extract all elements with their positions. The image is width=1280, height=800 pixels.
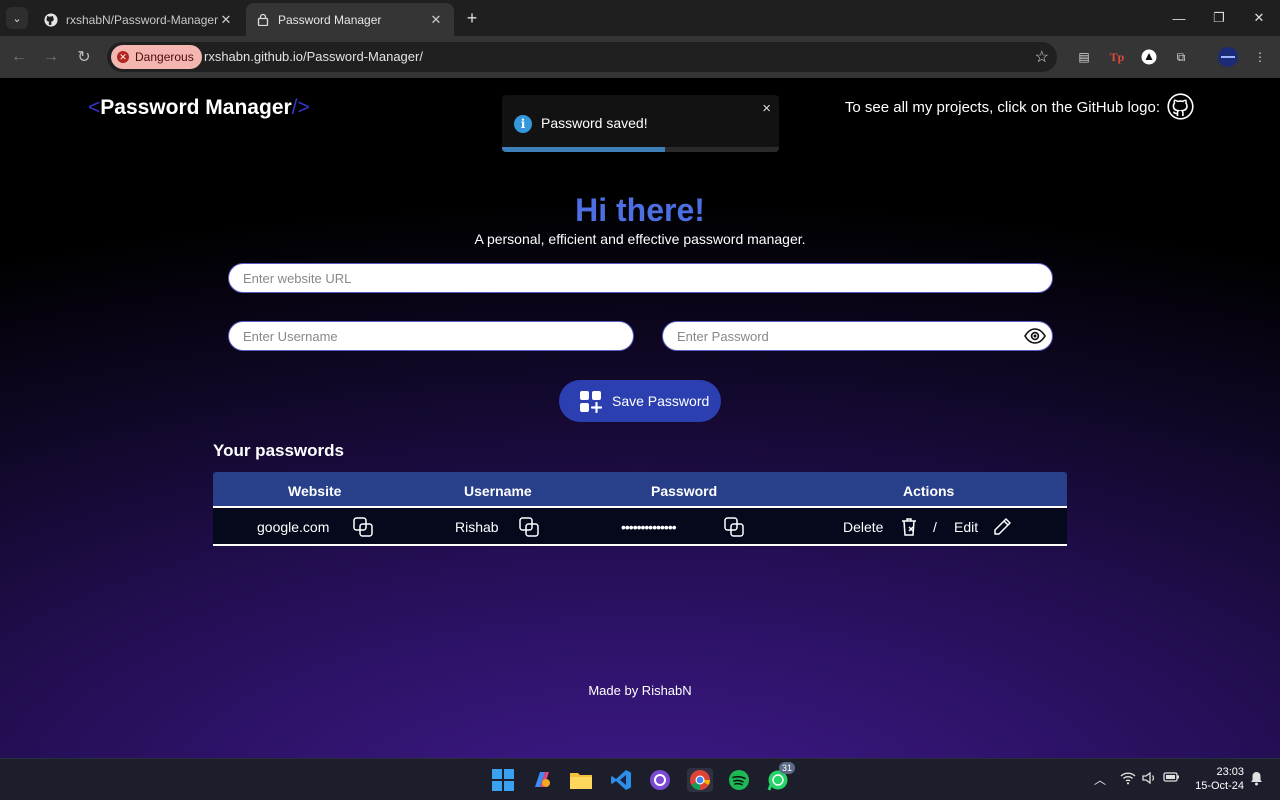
- back-button[interactable]: ←: [8, 46, 30, 68]
- profile-avatar[interactable]: [1218, 47, 1238, 67]
- passwords-heading: Your passwords: [213, 441, 344, 460]
- trash-icon[interactable]: [899, 517, 919, 537]
- save-password-label: Save Password: [612, 393, 710, 409]
- restore-button[interactable]: ❐: [1198, 4, 1240, 32]
- table-row: google.com Rishab •••••••••••••• Delete …: [213, 508, 1067, 546]
- page-content: <Password Manager/> To see all my projec…: [0, 78, 1280, 758]
- action-separator: /: [933, 519, 937, 535]
- extension-triangle-icon[interactable]: [1139, 47, 1159, 67]
- browser-tab-bar: ⌄ rxshabN/Password-Manager: C ✕ Password…: [0, 0, 1280, 36]
- copilot-icon[interactable]: [530, 768, 554, 792]
- password-input[interactable]: [662, 321, 1053, 351]
- column-header-username: Username: [464, 483, 532, 499]
- chrome-icon[interactable]: [687, 768, 713, 792]
- footer-credit: Made by RishabN: [588, 683, 692, 698]
- vscode-icon[interactable]: [609, 768, 633, 792]
- bookmark-star-icon[interactable]: ☆: [1035, 47, 1049, 67]
- url-text: rxshabn.github.io/Password-Manager/: [204, 49, 423, 64]
- forward-button[interactable]: →: [40, 46, 62, 68]
- toast-close-icon[interactable]: ×: [762, 100, 771, 117]
- toast-notification: i Password saved! ×: [502, 95, 779, 152]
- whatsapp-badge: 31: [779, 762, 796, 774]
- copy-password-icon[interactable]: [724, 517, 744, 537]
- copy-username-icon[interactable]: [519, 517, 539, 537]
- reload-button[interactable]: ↻: [73, 46, 95, 68]
- volume-icon[interactable]: [1142, 771, 1157, 788]
- logo-bracket-open: <: [88, 96, 101, 119]
- tab-title: Password Manager: [278, 12, 382, 27]
- chevron-up-icon[interactable]: ︿: [1094, 771, 1106, 788]
- browser-menu-icon[interactable]: ⋮: [1250, 47, 1270, 67]
- close-tab-icon[interactable]: ✕: [428, 12, 444, 28]
- website-url-input[interactable]: [228, 263, 1053, 293]
- cell-username: Rishab: [455, 519, 499, 535]
- github-prompt: To see all my projects, click on the Git…: [844, 99, 1160, 116]
- system-clock[interactable]: 23:03 15-Oct-24: [1190, 765, 1244, 793]
- pencil-icon[interactable]: [992, 517, 1012, 537]
- tab-title: rxshabN/Password-Manager: C: [66, 12, 218, 27]
- lock-icon: [256, 13, 270, 27]
- windows-start-icon[interactable]: [491, 768, 515, 792]
- github-logo-icon[interactable]: [1167, 93, 1194, 120]
- table-header: Website Username Password Actions: [213, 472, 1067, 508]
- logo-bracket-close: />: [291, 96, 310, 119]
- toast-message: Password saved!: [541, 115, 648, 131]
- tab-password-manager[interactable]: Password Manager ✕: [246, 3, 454, 36]
- eye-icon[interactable]: [1024, 328, 1046, 344]
- whatsapp-icon[interactable]: 31: [766, 762, 796, 792]
- delete-label[interactable]: Delete: [843, 519, 883, 535]
- hero-title: Hi there!: [575, 192, 705, 228]
- github-desktop-icon[interactable]: [648, 768, 672, 792]
- browser-toolbar: ← → ↻ ✕ Dangerous rxshabn.github.io/Pass…: [0, 36, 1280, 78]
- column-header-actions: Actions: [903, 483, 955, 499]
- username-input[interactable]: [228, 321, 634, 351]
- info-icon: i: [514, 115, 532, 133]
- cell-password: ••••••••••••••: [621, 519, 677, 535]
- edit-label[interactable]: Edit: [954, 519, 978, 535]
- close-tab-icon[interactable]: ✕: [218, 12, 234, 28]
- reading-list-icon[interactable]: ▤: [1074, 47, 1094, 67]
- minimize-button[interactable]: —: [1158, 4, 1200, 32]
- battery-icon[interactable]: [1163, 771, 1180, 786]
- toast-progress-bar: [502, 147, 666, 152]
- github-icon: [44, 12, 58, 27]
- new-tab-button[interactable]: +: [462, 8, 482, 28]
- close-window-button[interactable]: ✕: [1238, 4, 1280, 32]
- column-header-password: Password: [651, 483, 718, 499]
- column-header-website: Website: [288, 483, 342, 499]
- site-security-chip[interactable]: ✕ Dangerous: [111, 45, 202, 69]
- logo-text: Password Manager: [100, 96, 292, 119]
- save-password-button[interactable]: Save Password: [559, 380, 721, 422]
- address-bar[interactable]: ✕ Dangerous rxshabn.github.io/Password-M…: [107, 42, 1057, 72]
- file-explorer-icon[interactable]: [569, 768, 593, 792]
- security-chip-label: Dangerous: [135, 50, 194, 64]
- extensions-puzzle-icon[interactable]: ⧉: [1171, 47, 1191, 67]
- notification-bell-icon[interactable]: [1250, 771, 1263, 789]
- copy-website-icon[interactable]: [353, 517, 373, 537]
- add-grid-icon: [579, 390, 603, 413]
- passwords-table: Website Username Password Actions google…: [213, 472, 1067, 546]
- clock-date: 15-Oct-24: [1195, 780, 1244, 792]
- extension-tp-icon[interactable]: Tp: [1107, 47, 1127, 67]
- tab-github[interactable]: rxshabN/Password-Manager: C ✕: [34, 3, 244, 36]
- app-logo: <Password Manager/>: [88, 96, 310, 120]
- cell-website: google.com: [257, 519, 330, 535]
- warning-icon: ✕: [117, 51, 129, 63]
- clock-time: 23:03: [1216, 766, 1244, 778]
- tab-search-button[interactable]: ⌄: [6, 7, 28, 29]
- wifi-icon[interactable]: [1120, 771, 1136, 788]
- hero-subtitle: A personal, efficient and effective pass…: [474, 231, 806, 247]
- windows-taskbar: 31 ︿ 23:03 15-Oct-24: [0, 758, 1280, 800]
- spotify-icon[interactable]: [727, 768, 751, 792]
